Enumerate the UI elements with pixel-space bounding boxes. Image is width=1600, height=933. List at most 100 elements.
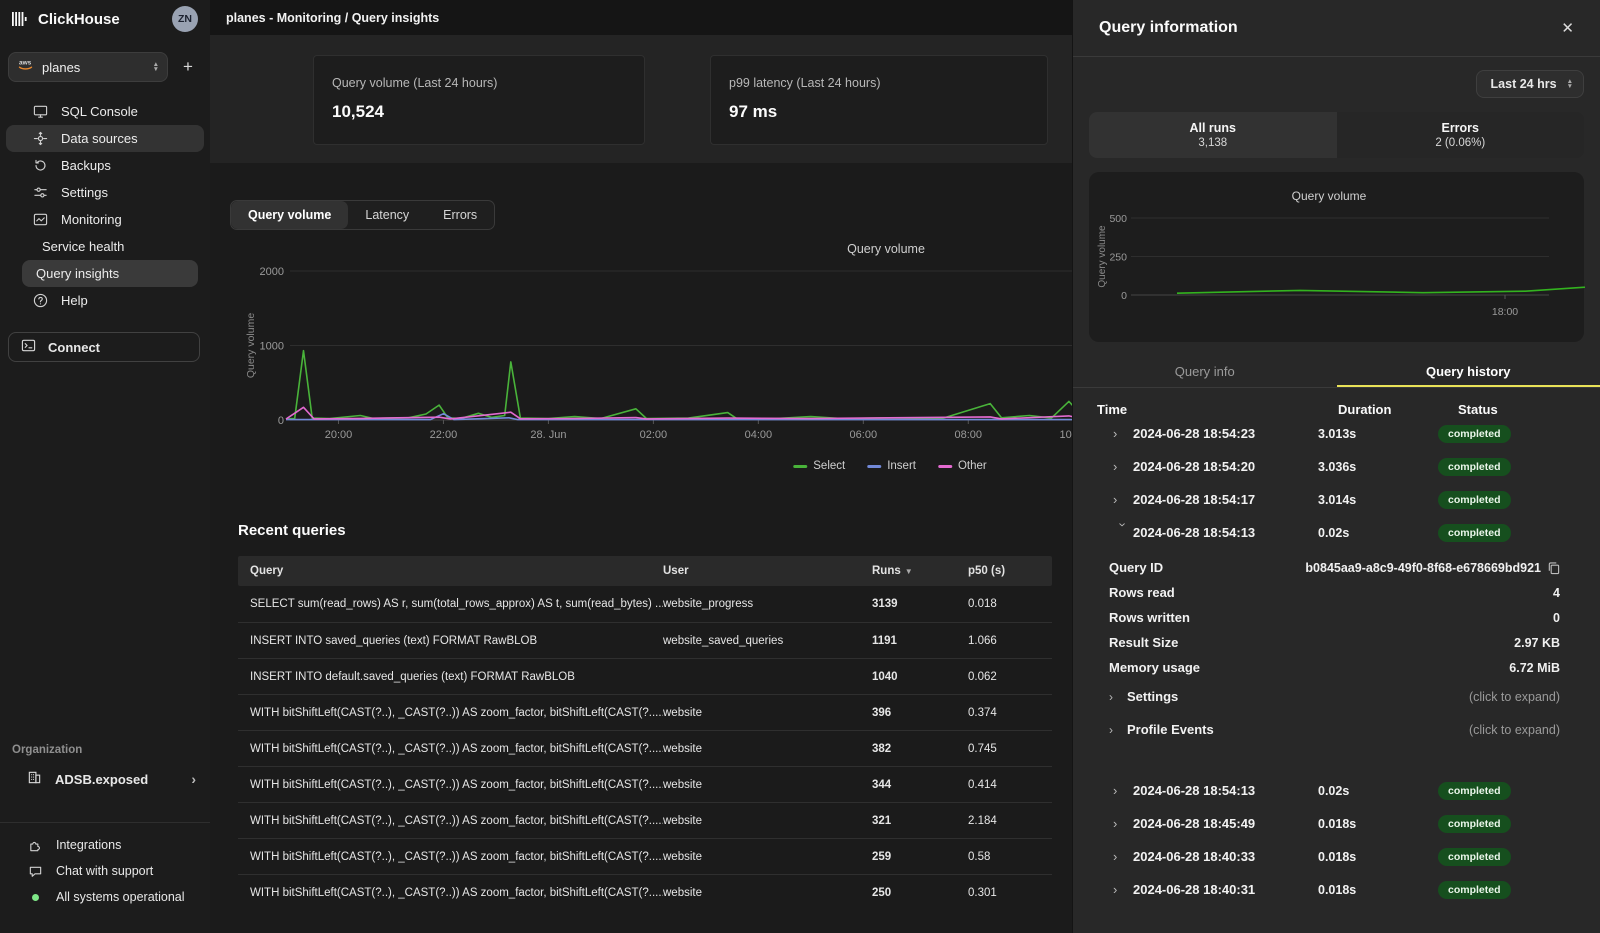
svg-text:Query volume: Query volume	[1292, 189, 1367, 203]
data-sources-icon	[32, 131, 48, 147]
history-status: completed	[1438, 880, 1600, 899]
chevron-right-icon[interactable]: ›	[1113, 816, 1133, 831]
runs-errors-segmented: All runs 3,138 Errors 2 (0.06%)	[1089, 112, 1584, 158]
table-row[interactable]: INSERT INTO saved_queries (text) FORMAT …	[238, 622, 1052, 658]
sidebar-item-settings[interactable]: Settings	[6, 179, 204, 206]
chevron-updown-icon: ▲▼	[153, 62, 159, 72]
history-duration: 0.018s	[1318, 850, 1438, 864]
legend-label: Other	[958, 460, 987, 472]
copy-icon[interactable]	[1547, 561, 1560, 575]
table-row[interactable]: WITH bitShiftLeft(CAST(?..), _CAST(?..))…	[238, 802, 1052, 838]
service-selector[interactable]: aws planes ▲▼	[8, 52, 168, 82]
chevron-right-icon[interactable]: ›	[1113, 882, 1133, 897]
chevron-right-icon[interactable]: ›	[1109, 690, 1127, 704]
table-row[interactable]: INSERT INTO default.saved_queries (text)…	[238, 658, 1052, 694]
table-row[interactable]: WITH bitShiftLeft(CAST(?..), _CAST(?..))…	[238, 730, 1052, 766]
time-range-select[interactable]: Last 24 hrs ▲▼	[1476, 70, 1584, 98]
tab-query-history[interactable]: Query history	[1337, 358, 1600, 387]
chevron-right-icon[interactable]: ›	[1113, 426, 1133, 441]
chevron-right-icon[interactable]: ›	[1113, 492, 1133, 507]
cell-user: website_saved_queries	[663, 635, 872, 647]
sidebar-item-label: Monitoring	[61, 212, 122, 227]
sql-console-icon	[32, 104, 48, 120]
col-user[interactable]: User	[663, 565, 872, 577]
footer-item-all-systems-operational[interactable]: All systems operational	[0, 884, 210, 910]
footer-item-chat-with-support[interactable]: Chat with support	[0, 858, 210, 884]
history-row[interactable]: ›2024-06-28 18:45:490.018scompleted	[1073, 807, 1600, 840]
tab-query-info[interactable]: Query info	[1073, 358, 1337, 387]
history-status: completed	[1438, 457, 1600, 476]
add-service-button[interactable]: +	[176, 57, 200, 77]
col-p50[interactable]: p50 (s)	[968, 565, 1052, 577]
sidebar-item-label: Settings	[61, 185, 108, 200]
history-row[interactable]: ›2024-06-28 18:54:233.013scompleted	[1073, 417, 1600, 450]
svg-text:20:00: 20:00	[325, 429, 353, 441]
sidebar-item-backups[interactable]: Backups	[6, 152, 204, 179]
table-row[interactable]: SELECT sum(read_rows) AS r, sum(total_ro…	[238, 586, 1052, 622]
table-row[interactable]: WITH bitShiftLeft(CAST(?..), _CAST(?..))…	[238, 694, 1052, 730]
detail-row-result-size: Result Size2.97 KB	[1109, 630, 1560, 655]
connect-button[interactable]: Connect	[8, 332, 200, 362]
sidebar-item-help[interactable]: Help	[6, 287, 204, 314]
table-row[interactable]: WITH bitShiftLeft(CAST(?..), _CAST(?..))…	[238, 874, 1052, 910]
history-rows: ›2024-06-28 18:54:233.013scompleted›2024…	[1073, 417, 1600, 549]
all-runs-value: 3,138	[1198, 137, 1227, 149]
history-duration: 3.036s	[1318, 460, 1438, 474]
svg-text:Query volume: Query volume	[245, 313, 257, 379]
table-row[interactable]: WITH bitShiftLeft(CAST(?..), _CAST(?..))…	[238, 766, 1052, 802]
close-icon[interactable]: ✕	[1555, 15, 1580, 41]
cell-user: website	[663, 707, 872, 719]
sidebar-item-query-insights[interactable]: Query insights	[22, 260, 198, 287]
col-runs[interactable]: Runs▼	[872, 565, 968, 577]
history-row[interactable]: ›2024-06-28 18:54:130.02scompleted	[1073, 774, 1600, 807]
chevron-right-icon[interactable]: ›	[1113, 783, 1133, 798]
segment-errors[interactable]: Errors 2 (0.06%)	[1337, 112, 1585, 158]
table-row[interactable]: WITH bitShiftLeft(CAST(?..), _CAST(?..))…	[238, 838, 1052, 874]
cell-runs: 382	[872, 743, 968, 755]
chevron-right-icon[interactable]: ›	[1113, 459, 1133, 474]
chevron-right-icon[interactable]: ›	[1109, 723, 1127, 737]
tab-latency[interactable]: Latency	[348, 201, 426, 229]
history-row[interactable]: ›2024-06-28 18:54:173.014scompleted	[1073, 483, 1600, 516]
sidebar-item-service-health[interactable]: Service health	[6, 233, 204, 260]
query-volume-chart: 200010000Query volumeQuery volume20:0022…	[240, 235, 1072, 447]
help-icon	[32, 293, 48, 309]
user-avatar[interactable]: ZN	[172, 6, 198, 32]
tab-query-volume[interactable]: Query volume	[231, 201, 348, 229]
history-row[interactable]: ›2024-06-28 18:54:130.02scompleted	[1073, 516, 1600, 549]
app-root: ClickHouse ZN aws planes ▲▼ + SQL Consol…	[0, 0, 1600, 933]
history-row[interactable]: ›2024-06-28 18:40:310.018scompleted	[1073, 873, 1600, 906]
history-duration: 0.018s	[1318, 883, 1438, 897]
sidebar-item-label: Backups	[61, 158, 111, 173]
col-query[interactable]: Query	[238, 565, 663, 577]
svg-text:Query volume: Query volume	[1097, 225, 1108, 288]
detail-value: (click to expand)	[1469, 690, 1560, 704]
sidebar-item-monitoring[interactable]: Monitoring	[6, 206, 204, 233]
cell-query: WITH bitShiftLeft(CAST(?..), _CAST(?..))…	[238, 887, 663, 899]
legend-item-select[interactable]: Select	[793, 460, 845, 472]
svg-text:10:00: 10:00	[1059, 429, 1072, 441]
legend-item-insert[interactable]: Insert	[867, 460, 916, 472]
svg-text:02:00: 02:00	[640, 429, 668, 441]
chevron-down-icon[interactable]: ›	[1116, 523, 1131, 543]
history-time: 2024-06-28 18:40:31	[1133, 882, 1318, 897]
aws-icon: aws	[17, 58, 34, 76]
monitoring-icon	[32, 212, 48, 228]
segment-all-runs[interactable]: All runs 3,138	[1089, 112, 1337, 158]
legend-item-other[interactable]: Other	[938, 460, 987, 472]
sort-caret-icon: ▼	[905, 567, 913, 576]
history-row[interactable]: ›2024-06-28 18:40:330.018scompleted	[1073, 840, 1600, 873]
history-duration: 0.018s	[1318, 817, 1438, 831]
sidebar-item-sql-console[interactable]: SQL Console	[6, 98, 204, 125]
status-badge: completed	[1438, 881, 1511, 899]
organization-row[interactable]: ADSB.exposed ›	[0, 764, 210, 794]
tab-errors[interactable]: Errors	[426, 201, 494, 229]
history-duration: 3.014s	[1318, 493, 1438, 507]
detail-label: Profile Events	[1127, 722, 1214, 737]
footer-item-integrations[interactable]: Integrations	[0, 832, 210, 858]
chevron-right-icon[interactable]: ›	[1113, 849, 1133, 864]
detail-row-settings[interactable]: ›Settings(click to expand)	[1109, 680, 1560, 713]
detail-row-profile-events[interactable]: ›Profile Events(click to expand)	[1109, 713, 1560, 746]
sidebar-item-data-sources[interactable]: Data sources	[6, 125, 204, 152]
history-row[interactable]: ›2024-06-28 18:54:203.036scompleted	[1073, 450, 1600, 483]
